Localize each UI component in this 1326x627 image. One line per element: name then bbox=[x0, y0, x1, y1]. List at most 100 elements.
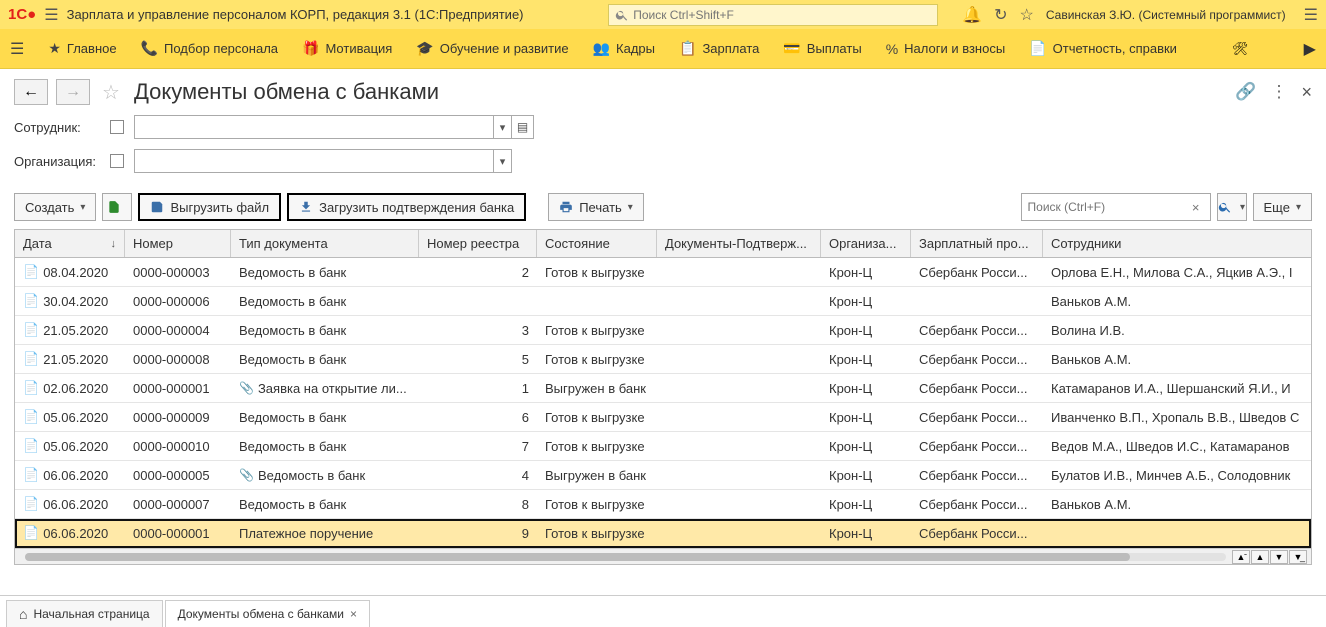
cell-type: Ведомость в банк bbox=[231, 316, 419, 344]
nav-label: Зарплата bbox=[702, 41, 759, 56]
nav-recruiting[interactable]: 📞Подбор персонала bbox=[141, 40, 278, 57]
table-row[interactable]: 📄06.06.20200000-000007Ведомость в банк8Г… bbox=[15, 490, 1311, 519]
home-icon: ⌂ bbox=[19, 606, 27, 622]
tab-home[interactable]: ⌂ Начальная страница bbox=[6, 600, 163, 627]
nav-main[interactable]: ★Главное bbox=[48, 40, 116, 57]
th-doc-type[interactable]: Тип документа bbox=[231, 230, 419, 257]
cell-docs bbox=[657, 403, 821, 431]
table-icon: 📋 bbox=[679, 40, 696, 57]
table-row[interactable]: 📄30.04.20200000-000006Ведомость в банкКр… bbox=[15, 287, 1311, 316]
hamburger-icon[interactable]: ☰ bbox=[44, 5, 58, 25]
cell-date: 📄08.04.2020 bbox=[15, 258, 125, 286]
print-button[interactable]: Печать▾ bbox=[548, 193, 644, 221]
nav-taxes[interactable]: %Налоги и взносы bbox=[886, 41, 1006, 57]
close-icon[interactable]: × bbox=[1301, 82, 1312, 103]
th-reestr[interactable]: Номер реестра bbox=[419, 230, 537, 257]
table-body: 📄08.04.20200000-000003Ведомость в банк2Г… bbox=[15, 258, 1311, 548]
menu-icon[interactable]: ☰ bbox=[10, 39, 24, 59]
th-state[interactable]: Состояние bbox=[537, 230, 657, 257]
navbar: ☰ ★Главное 📞Подбор персонала 🎁Мотивация … bbox=[0, 29, 1326, 69]
nav-payments[interactable]: 💳Выплаты bbox=[783, 40, 861, 57]
create-button[interactable]: Создать▾ bbox=[14, 193, 96, 221]
wallet-icon: 💳 bbox=[783, 40, 800, 57]
doc-icon: 📄 bbox=[23, 467, 39, 483]
window-menu-icon[interactable]: ☰ bbox=[1304, 5, 1318, 25]
cell-type: Ведомость в банк bbox=[231, 345, 419, 373]
scroll-up-icon[interactable]: ▲ bbox=[1251, 550, 1269, 564]
link-icon[interactable]: 🔗 bbox=[1235, 82, 1256, 102]
global-search[interactable] bbox=[608, 4, 938, 26]
table-row[interactable]: 📄02.06.20200000-000001📎Заявка на открыти… bbox=[15, 374, 1311, 403]
dropdown-icon[interactable]: ▾ bbox=[493, 150, 511, 172]
th-project[interactable]: Зарплатный про... bbox=[911, 230, 1043, 257]
cell-project: Сбербанк Росси... bbox=[911, 258, 1043, 286]
table-row[interactable]: 📄06.06.20200000-000001Платежное поручени… bbox=[15, 519, 1311, 548]
h-scrollbar[interactable]: ▲̄ ▲ ▼ ▼̲ bbox=[15, 548, 1311, 564]
cell-project: Сбербанк Росси... bbox=[911, 345, 1043, 373]
toolbar: Создать▾ Выгрузить файл Загрузить подтве… bbox=[0, 193, 1326, 229]
cell-number: 0000-000007 bbox=[125, 490, 231, 518]
search-icon bbox=[615, 8, 629, 22]
employee-input[interactable]: ▾ bbox=[134, 115, 512, 139]
cell-employees: Ведов М.А., Шведов И.С., Катамаранов bbox=[1043, 432, 1311, 460]
search-box[interactable]: × bbox=[1021, 193, 1211, 221]
scroll-track[interactable] bbox=[25, 553, 1226, 561]
cell-state: Готов к выгрузке bbox=[537, 432, 657, 460]
org-input[interactable]: ▾ bbox=[134, 149, 512, 173]
clear-icon[interactable]: × bbox=[1188, 200, 1204, 215]
scroll-thumb[interactable] bbox=[25, 553, 1130, 561]
global-search-input[interactable] bbox=[633, 8, 931, 22]
import-confirm-button[interactable]: Загрузить подтверждения банка bbox=[287, 193, 526, 221]
scroll-top-icon[interactable]: ▲̄ bbox=[1232, 550, 1250, 564]
nav-salary[interactable]: 📋 Зарплата bbox=[679, 40, 759, 57]
nav-reports[interactable]: 📄Отчетность, справки bbox=[1029, 40, 1177, 57]
nav-hr[interactable]: 👥Кадры bbox=[593, 40, 655, 57]
tab-current[interactable]: Документы обмена с банками× bbox=[165, 600, 370, 627]
table-row[interactable]: 📄21.05.20200000-000008Ведомость в банк5Г… bbox=[15, 345, 1311, 374]
export-file-button[interactable]: Выгрузить файл bbox=[138, 193, 281, 221]
table-row[interactable]: 📄08.04.20200000-000003Ведомость в банк2Г… bbox=[15, 258, 1311, 287]
table-row[interactable]: 📄05.06.20200000-000009Ведомость в банк6Г… bbox=[15, 403, 1311, 432]
th-org[interactable]: Организа... bbox=[821, 230, 911, 257]
star-icon[interactable]: ☆ bbox=[1020, 5, 1034, 25]
table-row[interactable]: 📄06.06.20200000-000005📎Ведомость в банк4… bbox=[15, 461, 1311, 490]
employee-checkbox[interactable] bbox=[110, 120, 124, 134]
bell-icon[interactable]: 🔔 bbox=[962, 5, 982, 25]
disk-icon bbox=[150, 200, 164, 214]
employee-picker-icon[interactable]: ▤ bbox=[512, 115, 534, 139]
history-icon[interactable]: ↻ bbox=[994, 5, 1007, 25]
doc-icon: 📄 bbox=[23, 322, 39, 338]
cell-docs bbox=[657, 432, 821, 460]
favorite-star-icon[interactable]: ☆ bbox=[102, 80, 120, 105]
th-employees[interactable]: Сотрудники bbox=[1043, 230, 1311, 257]
user-name[interactable]: Савинская З.Ю. (Системный программист) bbox=[1046, 8, 1286, 22]
cell-org: Крон-Ц bbox=[821, 461, 911, 489]
cell-employees: Булатов И.В., Минчев А.Б., Солодовник bbox=[1043, 461, 1311, 489]
th-date[interactable]: Дата↓ bbox=[15, 230, 125, 257]
nav-motivation[interactable]: 🎁Мотивация bbox=[302, 40, 392, 57]
nav-training[interactable]: 🎓Обучение и развитие bbox=[416, 40, 568, 57]
scroll-down-icon[interactable]: ▼ bbox=[1270, 550, 1288, 564]
nav-extra[interactable]: 🛠 bbox=[1232, 41, 1249, 57]
more-button[interactable]: Еще▾ bbox=[1253, 193, 1312, 221]
table-row[interactable]: 📄05.06.20200000-000010Ведомость в банк7Г… bbox=[15, 432, 1311, 461]
forward-button[interactable]: → bbox=[56, 79, 90, 105]
th-docs[interactable]: Документы-Подтверж... bbox=[657, 230, 821, 257]
table-row[interactable]: 📄21.05.20200000-000004Ведомость в банк3Г… bbox=[15, 316, 1311, 345]
cell-state: Готов к выгрузке bbox=[537, 258, 657, 286]
th-number[interactable]: Номер bbox=[125, 230, 231, 257]
search-button[interactable]: ▾ bbox=[1217, 193, 1247, 221]
back-button[interactable]: ← bbox=[14, 79, 48, 105]
org-checkbox[interactable] bbox=[110, 154, 124, 168]
close-icon[interactable]: × bbox=[350, 607, 357, 621]
cell-org: Крон-Ц bbox=[821, 432, 911, 460]
scroll-bottom-icon[interactable]: ▼̲ bbox=[1289, 550, 1307, 564]
more-icon[interactable]: ⋮ bbox=[1270, 82, 1287, 102]
dropdown-icon[interactable]: ▾ bbox=[493, 116, 511, 138]
tab-label: Начальная страница bbox=[33, 607, 149, 621]
refresh-button[interactable] bbox=[102, 193, 132, 221]
search-input[interactable] bbox=[1028, 200, 1188, 214]
nav-label: Мотивация bbox=[325, 41, 392, 56]
nav-forward-icon[interactable]: ▶ bbox=[1304, 39, 1316, 59]
doc-icon: 📄 bbox=[23, 293, 39, 309]
